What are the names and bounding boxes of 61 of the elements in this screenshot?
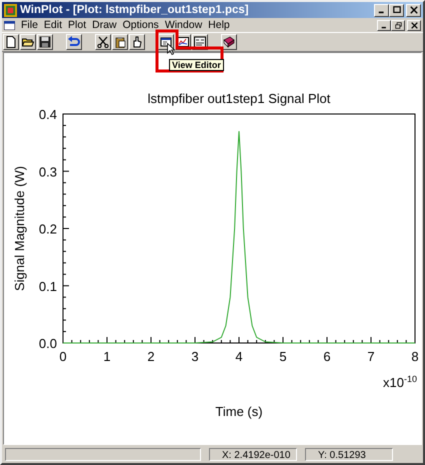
restore-button[interactable] bbox=[391, 20, 405, 30]
toolbar-button[interactable] bbox=[66, 34, 82, 50]
menu-item[interactable]: Window bbox=[164, 19, 202, 31]
open-folder-icon bbox=[22, 36, 34, 48]
close-button[interactable] bbox=[406, 4, 421, 16]
window-icon bbox=[160, 36, 172, 48]
x-tick-label: 5 bbox=[279, 349, 287, 364]
toolbar-button[interactable] bbox=[37, 34, 53, 50]
y-tick-label: 0.2 bbox=[38, 222, 57, 236]
app-icon bbox=[4, 4, 17, 16]
redraw-icon bbox=[194, 36, 206, 48]
paste-icon bbox=[114, 36, 126, 48]
y-coordinate: Y: 0.51293 bbox=[305, 448, 393, 460]
y-tick-label: 0.3 bbox=[38, 164, 57, 180]
minimize-button[interactable] bbox=[374, 4, 389, 16]
close-button[interactable] bbox=[407, 20, 421, 30]
minimize-button[interactable] bbox=[377, 20, 391, 30]
x-tick-label: 4 bbox=[235, 349, 243, 364]
x-tick-label: 8 bbox=[411, 349, 419, 364]
document-icon[interactable] bbox=[4, 20, 15, 30]
menu-item[interactable]: Help bbox=[208, 19, 230, 31]
highlight-outline bbox=[155, 29, 225, 74]
toolbar-button[interactable] bbox=[20, 34, 36, 50]
y-axis-label: Signal Magnitude (W) bbox=[12, 166, 27, 291]
close-icon bbox=[410, 6, 418, 14]
x-tick-label: 3 bbox=[191, 349, 199, 364]
maximize-button[interactable] bbox=[389, 4, 404, 16]
chart-icon bbox=[177, 36, 189, 48]
maximize-icon bbox=[392, 6, 400, 14]
window-title: WinPlot - [Plot: lstmpfiber_out1step1.pcs] bbox=[20, 4, 249, 16]
x-tick-label: 6 bbox=[323, 349, 331, 364]
x-tick-label: 7 bbox=[367, 349, 375, 364]
menu-item[interactable]: Draw bbox=[92, 19, 117, 31]
x-tick-label: 0 bbox=[59, 349, 67, 364]
close-icon bbox=[410, 22, 418, 28]
axis-multiplier: x10$^{-10}$ bbox=[383, 374, 417, 390]
new-file-icon bbox=[5, 36, 17, 48]
toolbar-button[interactable] bbox=[129, 34, 145, 50]
x-tick-label: 1 bbox=[103, 349, 111, 364]
hand-icon bbox=[131, 36, 143, 48]
toolbar-button[interactable] bbox=[3, 34, 19, 50]
menu-item[interactable]: File bbox=[21, 19, 38, 31]
menu-item[interactable]: Plot bbox=[68, 19, 86, 31]
toolbar-button[interactable] bbox=[221, 34, 237, 50]
tooltip: View Editor bbox=[169, 59, 224, 71]
book-icon bbox=[223, 36, 235, 48]
chart-title: lstmpfiber out1step1 Signal Plot bbox=[148, 91, 330, 106]
y-tick-label: 0.4 bbox=[38, 107, 57, 122]
x-coordinate: X: 2.4192e-010 bbox=[209, 448, 297, 460]
menu-item[interactable]: Options bbox=[122, 19, 159, 31]
x-tick-label: 2 bbox=[147, 349, 155, 364]
undo-icon bbox=[68, 36, 80, 48]
menu-item[interactable]: Edit bbox=[44, 19, 62, 31]
toolbar-button[interactable] bbox=[112, 34, 128, 50]
toolbar-button[interactable] bbox=[95, 34, 111, 50]
y-tick-label: 0.1 bbox=[38, 278, 57, 294]
y-tick-label: 0.0 bbox=[38, 336, 57, 351]
save-icon bbox=[39, 36, 51, 48]
restore-icon bbox=[394, 22, 402, 28]
scissors-icon bbox=[97, 36, 109, 48]
x-axis-label: Time (s) bbox=[215, 404, 263, 419]
